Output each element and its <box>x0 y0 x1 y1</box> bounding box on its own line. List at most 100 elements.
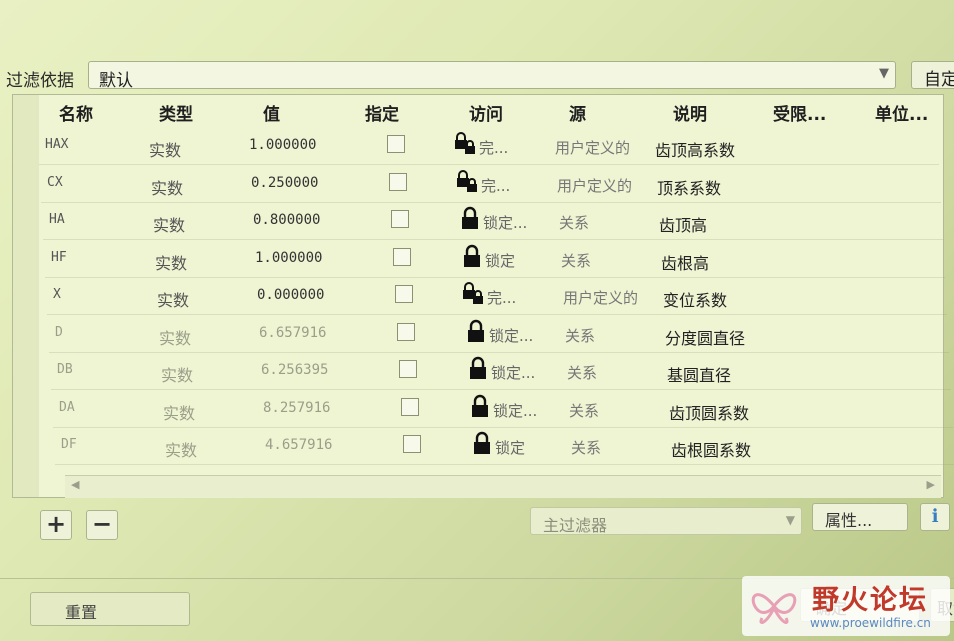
reset-button[interactable]: 重置 <box>30 592 190 626</box>
scroll-left-icon[interactable]: ◀ <box>71 478 79 491</box>
designate-checkbox[interactable] <box>389 172 407 191</box>
designate-checkbox[interactable] <box>393 247 411 266</box>
parameters-table: 名称 类型 值 指定 访问 源 说明 受限... 单位... HAX 实数 1.00… <box>12 94 954 498</box>
column-header-designated[interactable]: 指定 <box>365 100 399 125</box>
table-row[interactable]: DA 实数 8.257916 锁定... 关系 齿顶圆系数 <box>53 390 953 428</box>
param-value[interactable]: 6.657916 <box>259 325 326 341</box>
lock-icon[interactable] <box>465 356 491 382</box>
access-status: 锁定... <box>491 364 536 382</box>
param-type: 实数 <box>165 441 198 460</box>
filter-value: 默认 <box>99 71 133 91</box>
lock-icon[interactable] <box>461 281 487 307</box>
designate-checkbox[interactable] <box>395 285 413 303</box>
access-status: 完... <box>487 289 517 307</box>
column-header-type[interactable]: 类型 <box>159 100 193 125</box>
designate-checkbox[interactable] <box>397 322 415 341</box>
designate-checkbox[interactable] <box>399 360 417 378</box>
table-row[interactable]: HA 实数 0.800000 锁定... 关系 齿顶高 <box>43 202 943 240</box>
param-type: 实数 <box>153 216 186 235</box>
access-status: 锁定 <box>485 251 516 270</box>
designate-checkbox[interactable] <box>403 435 421 453</box>
param-source: 用户定义的 <box>555 139 631 157</box>
table-row[interactable]: DF 实数 4.657916 锁定 关系 齿根圆系数 <box>55 427 954 465</box>
main-filter-dropdown[interactable]: 主过滤器 ▼ <box>530 507 802 535</box>
lock-icon[interactable] <box>453 131 479 157</box>
access-status: 锁定 <box>495 439 526 457</box>
param-description: 齿顶圆系数 <box>669 403 750 423</box>
param-source: 关系 <box>567 364 598 382</box>
lock-icon[interactable] <box>469 431 495 457</box>
column-header-units[interactable]: 单位... <box>875 100 928 125</box>
watermark-url: www.proewildfire.cn <box>810 616 931 630</box>
param-value[interactable]: 8.257916 <box>263 400 330 416</box>
param-name: DA <box>59 399 75 415</box>
param-value[interactable]: 6.256395 <box>261 362 328 378</box>
access-status: 完... <box>481 176 511 195</box>
param-value[interactable]: 4.657916 <box>265 437 332 453</box>
lock-icon[interactable] <box>455 169 481 195</box>
param-source: 关系 <box>571 439 602 457</box>
param-description: 基圆直径 <box>667 366 732 385</box>
column-header-value[interactable]: 值 <box>263 100 280 125</box>
table-row[interactable]: HAX 实数 1.000000 完... 用户定义的 齿顶高系数 <box>39 127 939 165</box>
access-status: 锁定... <box>489 326 534 345</box>
param-value[interactable]: 0.250000 <box>251 175 318 191</box>
param-name: DB <box>57 362 73 377</box>
param-value[interactable]: 1.000000 <box>255 250 322 266</box>
lock-icon[interactable] <box>467 394 493 420</box>
lock-icon[interactable] <box>459 244 485 270</box>
param-name: CX <box>47 174 63 190</box>
table-row[interactable]: CX 实数 0.250000 完... 用户定义的 顶系系数 <box>41 165 941 203</box>
param-description: 齿顶高 <box>659 216 708 235</box>
main-filter-label: 主过滤器 <box>543 516 608 535</box>
scroll-right-icon[interactable]: ▶ <box>927 478 935 491</box>
chevron-down-icon: ▼ <box>785 513 795 527</box>
designate-checkbox[interactable] <box>391 210 409 228</box>
column-header-description[interactable]: 说明 <box>673 100 707 125</box>
access-status: 完... <box>479 139 509 157</box>
access-status: 锁定... <box>493 401 538 420</box>
table-row[interactable]: D 实数 6.657916 锁定... 关系 分度圆直径 <box>49 315 949 353</box>
param-value[interactable]: 1.000000 <box>249 137 316 153</box>
table-row[interactable]: DB 实数 6.256395 锁定... 关系 基圆直径 <box>51 352 951 390</box>
column-header-restricted[interactable]: 受限... <box>773 100 826 125</box>
column-header-access[interactable]: 访问 <box>469 100 503 125</box>
param-description: 齿根圆系数 <box>671 441 752 460</box>
table-row[interactable]: HF 实数 1.000000 锁定 关系 齿根高 <box>45 240 945 278</box>
add-parameter-button[interactable]: + <box>40 510 72 540</box>
param-source: 用户定义的 <box>563 289 639 307</box>
param-description: 分度圆直径 <box>665 328 746 348</box>
info-icon[interactable]: ℹ <box>920 503 950 531</box>
custom-button[interactable]: 自定 <box>911 61 954 89</box>
param-description: 变位系数 <box>663 291 728 310</box>
param-type: 实数 <box>161 366 194 385</box>
lock-icon[interactable] <box>457 206 483 232</box>
param-type: 实数 <box>163 403 196 423</box>
param-type: 实数 <box>159 328 192 348</box>
table-row[interactable]: X 实数 0.000000 完... 用户定义的 变位系数 <box>47 277 947 315</box>
row-gutter <box>13 95 39 497</box>
param-name: HA <box>49 212 65 227</box>
forum-watermark: 野火论坛 www.proewildfire.cn <box>742 576 950 636</box>
remove-parameter-button[interactable]: − <box>86 510 118 540</box>
param-type: 实数 <box>151 178 184 198</box>
param-value[interactable]: 0.800000 <box>253 212 320 228</box>
horizontal-scrollbar[interactable]: ◀ ▶ <box>65 475 941 498</box>
designate-checkbox[interactable] <box>387 135 405 153</box>
filter-label: 过滤依据 <box>6 71 74 91</box>
param-description: 顶系系数 <box>657 178 722 198</box>
designate-checkbox[interactable] <box>401 397 419 416</box>
column-header-source[interactable]: 源 <box>569 100 586 125</box>
properties-button[interactable]: 属性... <box>812 503 908 531</box>
filter-dropdown[interactable]: 默认 ▼ <box>88 61 896 91</box>
column-header-name[interactable]: 名称 <box>59 100 93 125</box>
param-description: 齿根高 <box>661 253 710 273</box>
param-description: 齿顶高系数 <box>655 141 736 160</box>
butterfly-logo-icon <box>751 593 797 625</box>
param-type: 实数 <box>149 141 182 160</box>
chevron-down-icon: ▼ <box>879 66 889 81</box>
param-source: 用户定义的 <box>557 176 633 195</box>
param-value[interactable]: 0.000000 <box>257 287 324 303</box>
param-name: DF <box>61 437 77 452</box>
lock-icon[interactable] <box>463 319 489 345</box>
